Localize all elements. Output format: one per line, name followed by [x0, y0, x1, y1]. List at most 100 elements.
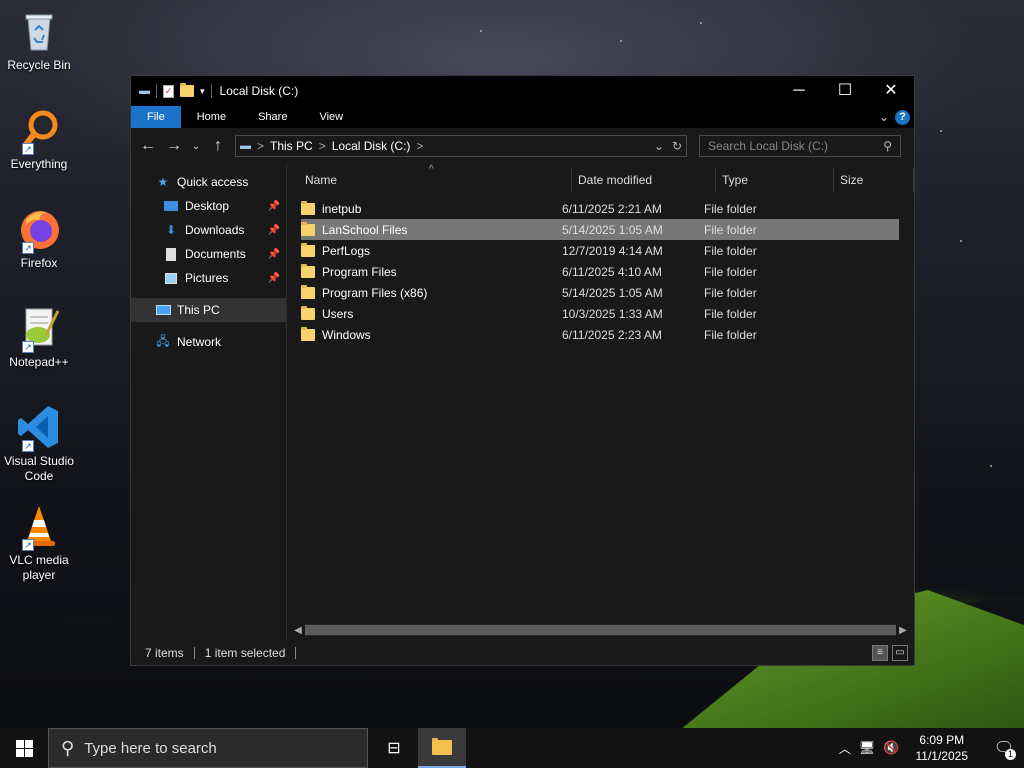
expand-ribbon-chevron-icon[interactable]: ⌄ [879, 110, 889, 124]
column-header-type[interactable]: Type [716, 168, 834, 192]
file-row[interactable]: Users 10/3/2025 1:33 AM File folder [301, 303, 899, 324]
window-title: Local Disk (C:) [219, 84, 299, 98]
breadcrumb-separator: > [257, 139, 265, 153]
breadcrumb-local-disk[interactable]: Local Disk (C:) [332, 139, 411, 153]
file-name: inetpub [322, 201, 362, 216]
file-rows: inetpub 6/11/2025 2:21 AM File folder La… [287, 198, 914, 345]
customize-toolbar-chevron-icon[interactable]: ▾ [200, 86, 205, 97]
search-input[interactable]: Search Local Disk (C:) [708, 139, 828, 153]
tab-view[interactable]: View [303, 106, 359, 128]
task-view-button[interactable]: ⊟ [370, 728, 418, 768]
nav-item-pictures[interactable]: Pictures 📌 [131, 266, 286, 290]
refresh-icon[interactable]: ↻ [672, 139, 682, 153]
nav-quick-access[interactable]: ★ Quick access [131, 170, 286, 194]
desktop-icon-vlc[interactable]: ↗ VLC media player [4, 503, 74, 583]
taskbar-search[interactable]: ⚲ Type here to search [48, 728, 368, 768]
computer-icon [155, 303, 171, 317]
wallpaper-star [990, 465, 992, 467]
horizontal-scrollbar[interactable]: ◀ ▶ [291, 623, 910, 637]
scrollbar-thumb[interactable] [305, 625, 896, 635]
desktop-icon-vscode[interactable]: ↗ Visual Studio Code [4, 404, 74, 484]
start-button[interactable] [0, 728, 48, 768]
clock[interactable]: 6:09 PM 11/1/2025 [908, 732, 977, 764]
network-status-icon[interactable]: 🖥 [859, 740, 876, 756]
taskbar-file-explorer[interactable] [418, 728, 466, 768]
up-button[interactable]: ↑ [209, 137, 227, 155]
details-view-icon[interactable]: ≡ [872, 645, 888, 661]
nav-label: Pictures [185, 271, 229, 285]
properties-icon[interactable]: ✓ [163, 84, 174, 98]
search-box[interactable]: Search Local Disk (C:) ⚲ [699, 135, 901, 157]
file-type: File folder [704, 327, 757, 342]
file-row[interactable]: Windows 6/11/2025 2:23 AM File folder [301, 324, 899, 345]
nav-item-downloads[interactable]: ⬇ Downloads 📌 [131, 218, 286, 242]
scroll-right-icon[interactable]: ▶ [896, 625, 910, 636]
nav-this-pc[interactable]: This PC [131, 298, 286, 322]
item-count: 7 items [145, 646, 184, 660]
desktop-icon-label: Visual Studio Code [4, 454, 74, 483]
column-header-size[interactable]: Size [834, 168, 914, 192]
scrollbar-track[interactable] [305, 624, 896, 636]
help-button[interactable]: ? [895, 109, 910, 125]
desktop-icon-recycle-bin[interactable]: Recycle Bin [4, 8, 74, 73]
file-name: Windows [322, 327, 371, 342]
file-name: Program Files [322, 264, 397, 279]
notification-count-badge: 1 [1005, 749, 1016, 760]
file-row[interactable]: Program Files (x86) 5/14/2025 1:05 AM Fi… [301, 282, 899, 303]
desktop-icon-everything[interactable]: ↗ Everything [4, 107, 74, 172]
system-tray: ︿ 🖥 🔇 6:09 PM 11/1/2025 🗨 1 [839, 728, 1024, 768]
navigation-pane: ★ Quick access Desktop 📌 ⬇ Downloads 📌 D… [131, 164, 287, 641]
file-row[interactable]: inetpub 6/11/2025 2:21 AM File folder [301, 198, 899, 219]
file-row[interactable]: PerfLogs 12/7/2019 4:14 AM File folder [301, 240, 899, 261]
desktop-icon-firefox[interactable]: ↗ Firefox [4, 206, 74, 271]
document-icon [163, 247, 179, 261]
ribbon-tabs: File Home Share View ⌄ ? [131, 106, 914, 128]
action-center-button[interactable]: 🗨 1 [984, 728, 1024, 768]
address-history-chevron-icon[interactable]: ⌄ [654, 139, 664, 153]
desktop-icon-label: Firefox [20, 256, 58, 270]
column-header-label: Type [722, 173, 749, 187]
file-row-selected[interactable]: LanSchool Files 5/14/2025 1:05 AM File f… [301, 219, 899, 240]
taskbar-search-input[interactable]: Type here to search [84, 740, 217, 757]
desktop-icon-notepad-plus-plus[interactable]: ↗ Notepad++ [4, 305, 74, 370]
search-icon: ⚲ [61, 737, 75, 758]
file-type: File folder [704, 201, 757, 216]
maximize-button[interactable]: ☐ [822, 76, 868, 106]
title-bar: ▬ ✓ ▾ Local Disk (C:) ─ ☐ ✕ [131, 76, 914, 106]
column-header-label: Date modified [578, 173, 653, 187]
breadcrumb-this-pc[interactable]: This PC [270, 139, 313, 153]
nav-label: Desktop [185, 199, 230, 213]
column-header-name[interactable]: ^ Name [299, 164, 572, 192]
scroll-left-icon[interactable]: ◀ [291, 625, 305, 636]
recent-locations-chevron-icon[interactable]: ⌄ [191, 141, 201, 152]
column-header-date[interactable]: Date modified [572, 168, 716, 192]
nav-network[interactable]: 🖧 Network [131, 330, 286, 354]
file-row[interactable]: Program Files 6/11/2025 4:10 AM File fol… [301, 261, 899, 282]
forward-button[interactable]: → [165, 137, 183, 155]
nav-item-documents[interactable]: Documents 📌 [131, 242, 286, 266]
back-button[interactable]: ← [139, 137, 157, 155]
tab-home[interactable]: Home [181, 106, 242, 128]
address-bar[interactable]: ▬ > This PC > Local Disk (C:) > ⌄ ↻ [235, 135, 687, 157]
large-icons-view-icon[interactable]: ▭ [892, 645, 908, 661]
tab-share[interactable]: Share [242, 106, 303, 128]
download-icon: ⬇ [165, 223, 177, 237]
search-icon: ⚲ [883, 139, 892, 153]
nav-item-desktop[interactable]: Desktop 📌 [131, 194, 286, 218]
quick-access-toolbar: ▬ ✓ ▾ [139, 83, 212, 98]
firefox-icon: ↗ [16, 206, 62, 254]
vscode-icon: ↗ [16, 404, 62, 452]
toolbar-divider [210, 84, 212, 98]
new-folder-icon[interactable] [180, 83, 194, 97]
show-hidden-icons-chevron-icon[interactable]: ︿ [839, 740, 851, 757]
volume-muted-icon[interactable]: 🔇 [883, 740, 899, 756]
wallpaper-star [480, 30, 482, 32]
tab-file[interactable]: File [131, 106, 181, 128]
file-name: LanSchool Files [322, 222, 408, 237]
clock-date: 11/1/2025 [915, 749, 969, 763]
file-type: File folder [704, 243, 757, 258]
close-button[interactable]: ✕ [868, 76, 914, 106]
minimize-button[interactable]: ─ [776, 76, 822, 106]
desktop-icon-label: Recycle Bin [7, 58, 71, 72]
file-date: 5/14/2025 1:05 AM [562, 285, 663, 300]
